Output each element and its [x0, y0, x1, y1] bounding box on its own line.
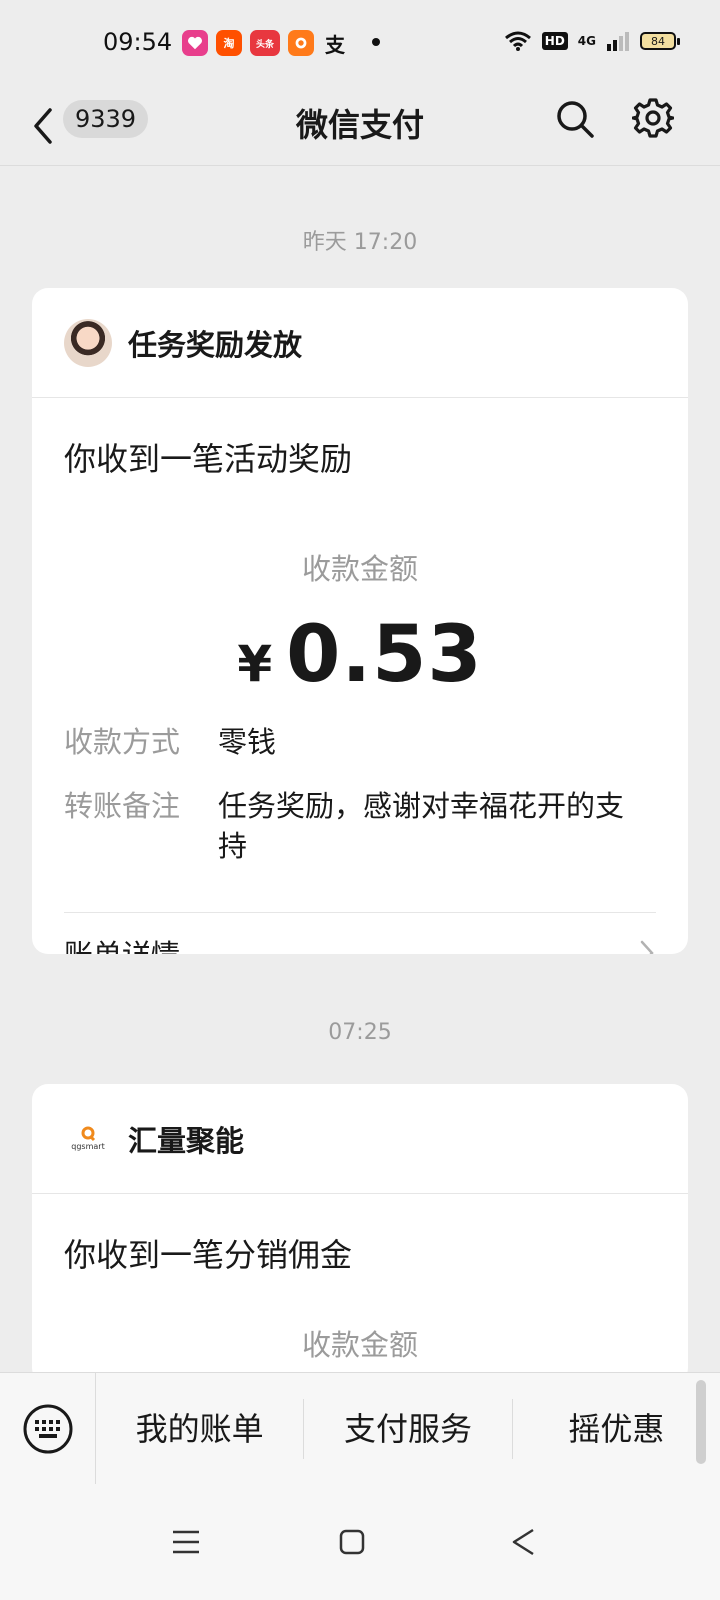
detail-value: 任务奖励，感谢对幸福花开的支持 [218, 789, 625, 863]
settings-button[interactable] [632, 97, 674, 139]
chat-header: 9339 微信支付 [0, 88, 720, 166]
currency-symbol: ¥ [237, 635, 273, 693]
chevron-right-icon [640, 940, 654, 954]
amount-display: ¥ 0.53 [64, 610, 656, 700]
notification-icons: 淘 头条 支 [182, 30, 348, 56]
system-nav-bar [0, 1484, 720, 1600]
more-notifications-dot [372, 38, 380, 46]
system-indicators: HD 4G 84 [504, 30, 680, 52]
detail-value: 零钱 [218, 725, 277, 759]
signal-icon [607, 32, 629, 51]
detail-row-payment-method: 收款方式 零钱 [64, 722, 656, 762]
menu-my-bills[interactable]: 我的账单 [96, 1398, 305, 1459]
alipay-icon: 支 [325, 32, 345, 57]
sender-name: 任务奖励发放 [128, 327, 303, 362]
payment-notification-card[interactable]: 任务奖励发放 你收到一笔活动奖励 收款金额 ¥ 0.53 收款方式 零钱 转账备… [32, 288, 688, 954]
amount-label: 收款金额 [301, 1328, 418, 1362]
wifi-icon [504, 31, 531, 51]
network-type: 4G [577, 34, 596, 48]
amount-label: 收款金额 [301, 552, 418, 586]
logo-mark-icon [81, 1126, 96, 1142]
bill-details-link[interactable]: 账单详情 [64, 913, 656, 954]
message-timestamp: 07:25 [328, 1020, 392, 1045]
recent-apps-button[interactable] [168, 1524, 204, 1560]
scrollbar[interactable] [696, 1380, 706, 1464]
keyboard-icon [23, 1404, 72, 1453]
detail-row-remark: 转账备注 任务奖励，感谢对幸福花开的支持 [64, 786, 656, 866]
bill-details-label: 账单详情 [64, 932, 180, 954]
card-header: 任务奖励发放 [32, 288, 688, 398]
status-bar: 09:54 淘 头条 支 HD 4G 84 [0, 0, 720, 88]
menu-shake-deals[interactable]: 摇优惠 [513, 1399, 720, 1459]
status-time: 09:54 [103, 28, 173, 56]
keyboard-toggle-button[interactable] [0, 1372, 96, 1485]
card-header: qgsmart 汇量聚能 [32, 1084, 688, 1194]
home-button[interactable] [334, 1524, 370, 1560]
taobao-icon: 淘 [216, 30, 242, 56]
message-timestamp: 昨天 17:20 [302, 230, 418, 255]
fenqile-icon [288, 30, 314, 56]
hd-badge: HD [541, 32, 568, 50]
detail-key: 转账备注 [64, 789, 181, 823]
amount-value: 0.53 [286, 610, 483, 700]
menu-payment-services[interactable]: 支付服务 [304, 1398, 513, 1459]
logo-text: qgsmart [71, 1142, 105, 1151]
page-title: 微信支付 [295, 106, 424, 144]
notification-headline: 你收到一笔活动奖励 [64, 440, 353, 478]
sender-name: 汇量聚能 [128, 1123, 245, 1158]
notification-headline: 你收到一笔分销佣金 [64, 1236, 353, 1274]
search-button[interactable] [555, 99, 595, 139]
sender-logo: qgsmart [64, 1114, 112, 1163]
battery-icon: 84 [640, 32, 680, 50]
payment-notification-card[interactable]: qgsmart 汇量聚能 你收到一笔分销佣金 收款金额 [32, 1084, 688, 1384]
back-nav-button[interactable] [506, 1524, 542, 1560]
detail-key: 收款方式 [64, 725, 181, 759]
heart-app-icon [182, 30, 208, 56]
bottom-menu-bar: 我的账单 支付服务 摇优惠 [0, 1372, 720, 1485]
toutiao-icon: 头条 [250, 30, 280, 56]
sender-avatar [64, 318, 112, 367]
